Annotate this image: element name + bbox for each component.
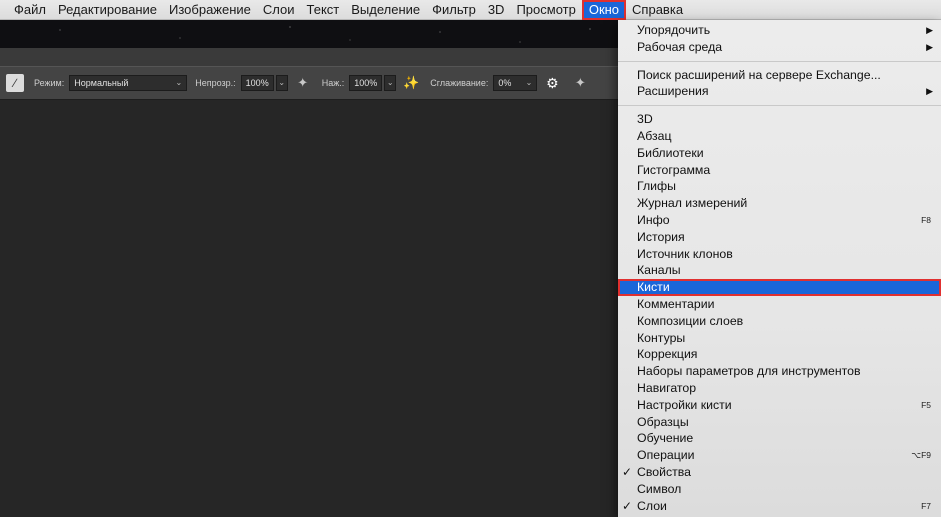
- menu-item[interactable]: Глифы: [618, 178, 941, 195]
- menu-item-label: 3D: [637, 112, 653, 127]
- smoothing-value: 0%: [498, 78, 512, 88]
- menu-item[interactable]: Поиск расширений на сервере Exchange...: [618, 67, 941, 84]
- menu-item[interactable]: Образцы: [618, 414, 941, 431]
- menu-item[interactable]: Источник клонов: [618, 246, 941, 263]
- menu-bar: Файл Редактирование Изображение Слои Текст Вы…: [0, 0, 941, 20]
- chevron-down-icon: ⌄: [525, 78, 533, 87]
- menu-item[interactable]: Каналы: [618, 262, 941, 279]
- menu-item[interactable]: Упорядочить ▶: [618, 22, 941, 39]
- menu-item[interactable]: Композиции слоев: [618, 313, 941, 330]
- pressure-opacity-icon[interactable]: ✦: [294, 74, 312, 92]
- menu-item[interactable]: Кисти: [618, 279, 941, 296]
- menu-item-label: Библиотеки: [637, 145, 704, 160]
- menu-item[interactable]: Абзац: [618, 128, 941, 145]
- menu-item-label: Глифы: [637, 179, 676, 194]
- opacity-input[interactable]: 100%: [240, 75, 274, 91]
- menu-item-shortcut: F7: [921, 500, 931, 511]
- menu-item-label: Композиции слоев: [637, 313, 744, 328]
- menu-separator: [618, 105, 941, 107]
- flow-label: Наж.:: [321, 78, 345, 88]
- submenu-arrow-icon: ▶: [926, 41, 933, 52]
- menu-separator: [618, 60, 941, 62]
- opacity-dropdown[interactable]: ⌄: [275, 75, 288, 91]
- airbrush-icon[interactable]: ✨: [402, 74, 420, 92]
- menubar-item[interactable]: 3D: [482, 0, 511, 20]
- menu-item-label: Комментарии: [637, 296, 715, 311]
- menu-item-label: Наборы параметров для инструментов: [637, 364, 861, 379]
- opacity-label: Непрозр.:: [195, 78, 236, 88]
- flow-dropdown[interactable]: ⌄: [384, 75, 397, 91]
- menu-item[interactable]: ✓ Слои F7: [618, 498, 941, 515]
- menu-item[interactable]: Контуры: [618, 330, 941, 347]
- smoothing-select[interactable]: 0% ⌄: [493, 75, 538, 91]
- menu-item-label: Расширения: [637, 84, 709, 99]
- menu-item-shortcut: F8: [921, 214, 931, 225]
- menu-item[interactable]: Наборы параметров для инструментов: [618, 363, 941, 380]
- menu-item[interactable]: Библиотеки: [618, 145, 941, 162]
- menu-item-label: Свойства: [637, 464, 691, 479]
- menubar-item[interactable]: Просмотр: [510, 0, 581, 20]
- gear-icon[interactable]: ⚙: [543, 74, 561, 92]
- menu-item-label: Журнал измерений: [637, 196, 748, 211]
- menu-item[interactable]: Настройки кисти F5: [618, 397, 941, 414]
- menu-item[interactable]: Рабочая среда ▶: [618, 39, 941, 56]
- menu-item-label: Образцы: [637, 414, 689, 429]
- menu-item-label: Инфо: [637, 212, 670, 227]
- mode-select[interactable]: Нормальный ⌄: [69, 75, 188, 91]
- menu-item-label: Коррекция: [637, 347, 698, 362]
- menubar-item[interactable]: Редактирование: [52, 0, 163, 20]
- menu-item[interactable]: Обучение: [618, 430, 941, 447]
- menubar-item[interactable]: Окно: [581, 0, 627, 20]
- menu-item-label: Упорядочить: [637, 23, 711, 37]
- menu-item-label: Слои: [637, 498, 667, 513]
- menubar-item[interactable]: Текст: [301, 0, 346, 20]
- menu-item-label: История: [637, 229, 685, 244]
- menu-item-shortcut: F5: [921, 399, 931, 410]
- menu-item[interactable]: Гистограмма: [618, 162, 941, 179]
- checkmark-icon: ✓: [622, 498, 633, 513]
- menu-item[interactable]: Символ: [618, 481, 941, 498]
- chevron-down-icon: ⌄: [175, 78, 183, 87]
- menu-item-label: Контуры: [637, 330, 686, 345]
- menu-item-label: Операции: [637, 448, 695, 463]
- menu-item[interactable]: Коррекция: [618, 346, 941, 363]
- menu-item-shortcut: ⌥F9: [911, 450, 931, 461]
- menu-item-label: Поиск расширений на сервере Exchange...: [637, 67, 881, 82]
- submenu-arrow-icon: ▶: [926, 86, 933, 97]
- menu-item[interactable]: 3D: [618, 111, 941, 128]
- menu-item[interactable]: Операции ⌥F9: [618, 447, 941, 464]
- menu-item-label: Навигатор: [637, 380, 697, 395]
- menu-item-label: Кисти: [637, 280, 670, 295]
- flow-input[interactable]: 100%: [349, 75, 383, 91]
- menu-item[interactable]: Инфо F8: [618, 212, 941, 229]
- menu-item-label: Обучение: [637, 431, 694, 446]
- menubar-item[interactable]: Слои: [257, 0, 301, 20]
- menu-item[interactable]: ✓ Свойства: [618, 464, 941, 481]
- window-menu-dropdown: Упорядочить ▶ Рабочая среда ▶ Поиск расширен…: [618, 20, 941, 517]
- menubar-item[interactable]: Изображение: [163, 0, 257, 20]
- menu-item-label: Рабочая среда: [637, 39, 723, 54]
- menubar-item[interactable]: Справка: [626, 0, 689, 20]
- menu-item-label: Источник клонов: [637, 246, 733, 261]
- menu-item[interactable]: Комментарии: [618, 296, 941, 313]
- submenu-arrow-icon: ▶: [926, 25, 933, 35]
- menubar-item[interactable]: Фильтр: [426, 0, 482, 20]
- smoothing-label: Сглаживание:: [430, 78, 489, 88]
- pressure-size-icon[interactable]: ✦: [571, 74, 589, 92]
- menu-item[interactable]: История: [618, 229, 941, 246]
- menu-item[interactable]: Журнал измерений: [618, 195, 941, 212]
- menu-item-label: Гистограмма: [637, 162, 711, 177]
- menu-item-label: Каналы: [637, 263, 681, 278]
- menubar-item[interactable]: Файл: [8, 0, 52, 20]
- menu-item-label: Абзац: [637, 128, 672, 143]
- menu-item[interactable]: Расширения ▶: [618, 83, 941, 100]
- menu-item-label: Символ: [637, 481, 682, 496]
- menu-item-label: Настройки кисти: [637, 397, 732, 412]
- mode-value: Нормальный: [74, 78, 129, 88]
- brush-preset-icon[interactable]: ∕: [6, 74, 24, 92]
- menu-item[interactable]: Навигатор: [618, 380, 941, 397]
- mode-label: Режим:: [34, 78, 65, 88]
- menubar-item[interactable]: Выделение: [345, 0, 426, 20]
- checkmark-icon: ✓: [622, 464, 633, 479]
